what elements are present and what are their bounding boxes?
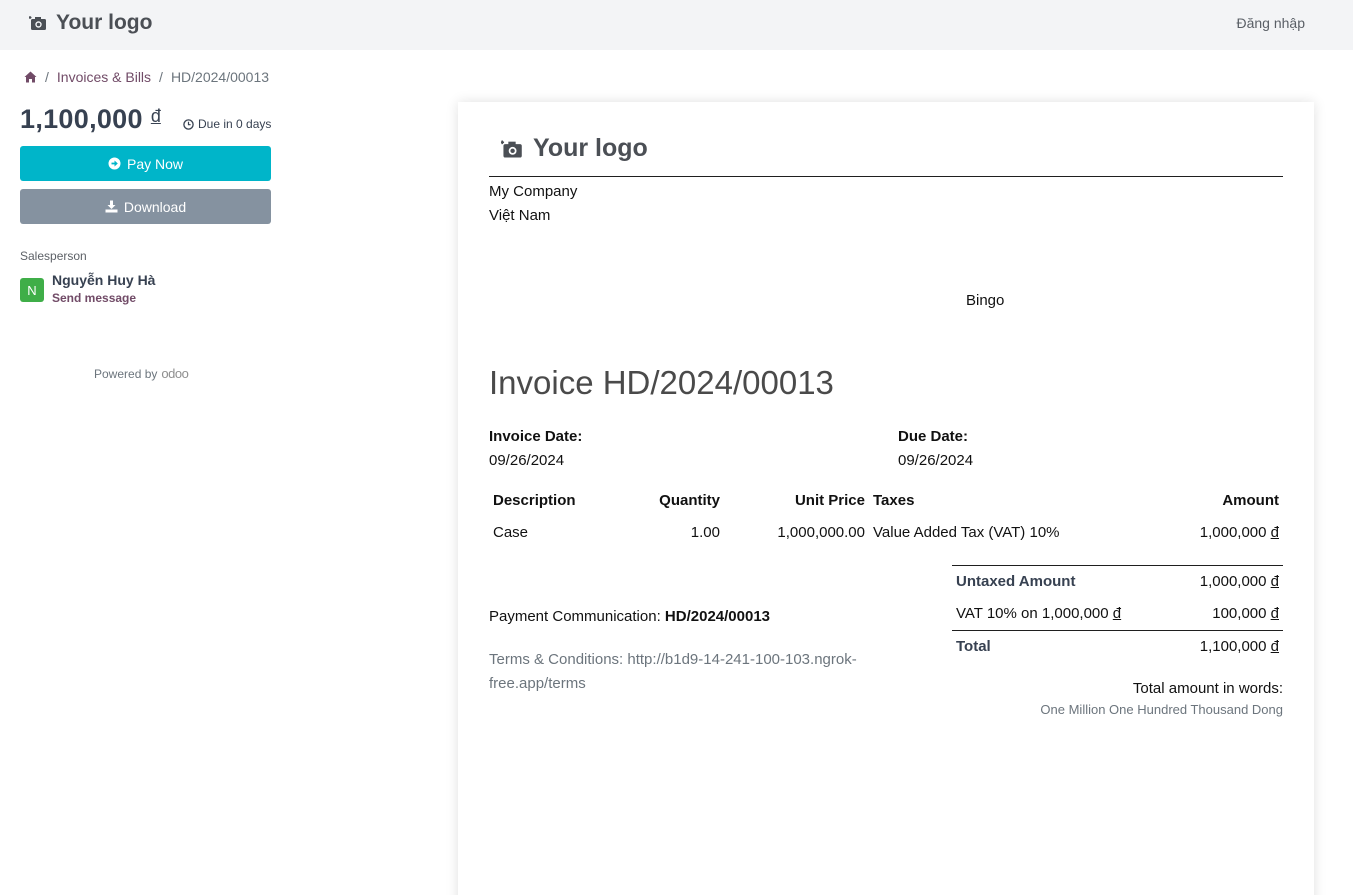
breadcrumb-separator: / [159,69,163,85]
line-taxes: Value Added Tax (VAT) 10% [873,524,1060,541]
send-message-link[interactable]: Send message [52,291,136,305]
column-header-quantity: Quantity [659,492,720,509]
currency-symbol: đ [1270,638,1279,655]
company-address: My Company Việt Nam [489,180,577,228]
untaxed-value: 1,000,000 đ [1120,573,1279,590]
pay-now-button[interactable]: Pay Now [20,146,271,181]
camera-icon [29,16,46,30]
breadcrumb-separator: / [45,69,49,85]
due-date-value: 09/26/2024 [898,452,974,469]
breadcrumb: / Invoices & Bills / HD/2024/00013 [24,69,269,85]
invoice-title: Invoice HD/2024/00013 [489,364,834,401]
untaxed-label: Untaxed Amount [956,573,1076,590]
vat-label: VAT 10% on 1,000,000 đ [956,605,1121,622]
amount-in-words-value: One Million One Hundred Thousand Dong [1040,702,1283,717]
due-date-label: Due Date: [898,428,969,445]
line-unit-price: 1,000,000.00 [777,524,865,541]
download-button[interactable]: Download [20,189,271,224]
clock-icon [183,118,194,130]
totals-top-divider [952,565,1283,566]
top-navbar: Your logo Đăng nhập [0,0,1353,50]
company-logo[interactable]: Your logo [29,11,152,35]
avatar: N [20,278,44,302]
amount-value: 1,100,000 [20,104,143,134]
pay-now-label: Pay Now [126,155,184,172]
logo-text: Your logo [56,11,153,34]
currency-symbol: đ [1270,573,1279,590]
total-value: 1,100,000 đ [1120,638,1279,655]
due-badge: Due in 0 days [183,117,271,131]
salesperson-name: Nguyễn Huy Hà [52,272,156,288]
camera-icon [501,139,522,158]
payment-communication-label: Payment Communication: [489,608,661,625]
powered-by: Powered by odoo [94,366,189,381]
column-header-unit-price: Unit Price [794,492,865,509]
login-link[interactable]: Đăng nhập [1236,15,1305,31]
invoice-date-value: 09/26/2024 [489,452,565,469]
line-quantity: 1.00 [690,524,720,541]
due-text: Due in 0 days [198,117,272,131]
payment-communication: Payment Communication: HD/2024/00013 [489,608,770,625]
column-header-taxes: Taxes [873,492,915,509]
invoice-company-logo: Your logo [501,134,648,163]
vat-amount: 100,000 [1212,605,1267,622]
total-amount: 1,100,000 [1199,638,1267,655]
partner-name: Bingo [966,292,1005,309]
line-amount: 1,000,000 đ [1130,524,1279,541]
column-header-description: Description [493,492,576,509]
terms-and-conditions: Terms & Conditions: http://b1d9-14-241-1… [489,648,909,696]
amount-due: 1,100,000 đ [20,104,161,135]
breadcrumb-invoices-link[interactable]: Invoices & Bills [57,69,151,85]
amount-in-words-label: Total amount in words: [1132,680,1283,697]
vat-value: 100,000 đ [1120,605,1279,622]
total-label: Total [956,638,991,655]
home-icon[interactable] [24,71,37,83]
download-label: Download [123,198,187,215]
line-amount-value: 1,000,000 [1199,524,1267,541]
breadcrumb-current: HD/2024/00013 [170,69,270,85]
payment-reference: HD/2024/00013 [664,608,771,625]
logo-text: Your logo [533,134,648,162]
untaxed-amount: 1,000,000 [1199,573,1267,590]
terms-line: Terms & Conditions: http://b1d9-14-241-1… [489,651,857,668]
company-country: Việt Nam [489,207,551,224]
header-divider [489,176,1283,177]
invoice-date-label: Invoice Date: [489,428,583,445]
currency-symbol: đ [150,106,161,126]
salesperson-label: Salesperson [20,249,87,263]
odoo-logo[interactable]: odoo [161,366,188,381]
download-icon [105,200,118,213]
totals-divider [952,630,1283,631]
currency-symbol: đ [1270,524,1279,541]
currency-symbol: đ [1270,605,1279,622]
vat-label-text: VAT 10% on 1,000,000 [956,605,1109,622]
arrow-circle-right-icon [108,157,121,170]
column-header-amount: Amount [1222,492,1279,509]
company-name: My Company [489,183,578,200]
terms-line: free.app/terms [489,675,586,692]
powered-by-text: Powered by [94,367,158,381]
line-description: Case [493,524,529,541]
